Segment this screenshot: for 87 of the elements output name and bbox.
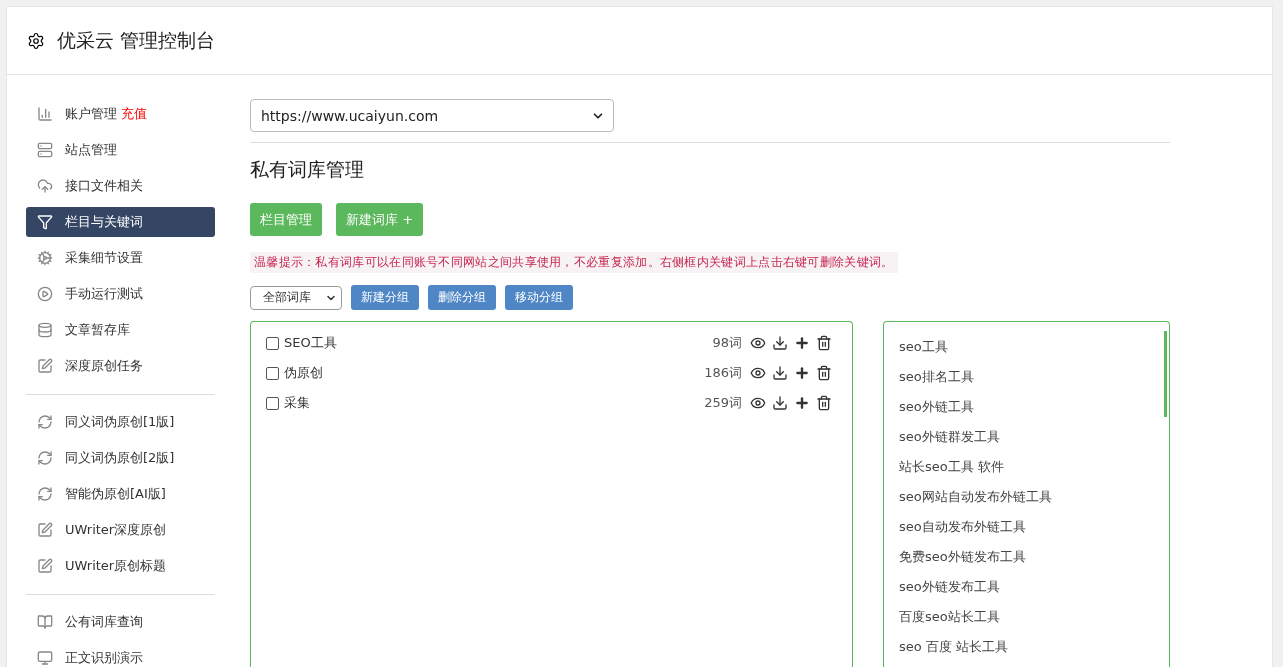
monitor-icon: [37, 650, 53, 666]
refresh-icon: [37, 450, 53, 466]
cloud-upload-icon: [37, 178, 53, 194]
sidebar-item[interactable]: 账户管理 充值: [26, 99, 215, 129]
sidebar-item[interactable]: 栏目与关键词: [26, 207, 215, 237]
keyword-item[interactable]: seo工具: [899, 332, 1159, 362]
trash-icon[interactable]: [816, 395, 832, 411]
play-icon: [37, 286, 53, 302]
sidebar-label: 同义词伪原创[1版]: [65, 413, 175, 431]
sidebar-label: 智能伪原创[AI版]: [65, 485, 166, 503]
keyword-item[interactable]: seo自动发布外链工具: [899, 512, 1159, 542]
pen-icon: [37, 358, 53, 374]
sidebar-item[interactable]: 深度原创任务: [26, 351, 215, 381]
sidebar-label: 同义词伪原创[2版]: [65, 449, 175, 467]
bar-chart-icon: [37, 106, 53, 122]
keyword-item[interactable]: seo排名工具: [899, 362, 1159, 392]
trash-icon[interactable]: [816, 365, 832, 381]
library-name: 伪原创: [284, 364, 323, 382]
refresh-icon: [37, 486, 53, 502]
sidebar-label: 站点管理: [65, 141, 117, 159]
sidebar-label: 公有词库查询: [65, 613, 143, 631]
eye-icon[interactable]: [750, 395, 766, 411]
eye-icon[interactable]: [750, 335, 766, 351]
group-select[interactable]: 全部词库: [250, 285, 342, 310]
sidebar-label: 手动运行测试: [65, 285, 143, 303]
plus-icon[interactable]: [794, 335, 810, 351]
sidebar-item[interactable]: 采集细节设置: [26, 243, 215, 273]
settings-icon: [27, 31, 45, 50]
keyword-item[interactable]: seo网站自动发布外链工具: [899, 482, 1159, 512]
gear-icon: [37, 250, 53, 266]
checkbox[interactable]: [266, 336, 279, 350]
sidebar-label: 正文识别演示: [65, 649, 143, 667]
plus-icon[interactable]: [794, 365, 810, 381]
sidebar-label: UWriter深度原创: [65, 521, 167, 539]
keyword-item[interactable]: 站长seo工具 软件: [899, 452, 1159, 482]
keyword-item[interactable]: seo 百度 站长工具: [899, 632, 1159, 662]
sidebar-item[interactable]: 公有词库查询: [26, 607, 215, 637]
sidebar-item[interactable]: 文章暂存库: [26, 315, 215, 345]
sidebar-label: 采集细节设置: [65, 249, 143, 267]
recharge-link[interactable]: 充值: [121, 105, 147, 123]
group-button[interactable]: 删除分组: [428, 285, 496, 310]
group-button[interactable]: 移动分组: [505, 285, 573, 310]
download-icon[interactable]: [772, 335, 788, 351]
refresh-icon: [37, 414, 53, 430]
word-count: 98词: [712, 334, 742, 352]
server-icon: [37, 142, 53, 158]
sidebar-item[interactable]: 智能伪原创[AI版]: [26, 479, 215, 509]
checkbox[interactable]: [266, 366, 279, 380]
site-select[interactable]: https://www.ucaiyun.com: [250, 99, 614, 132]
keyword-item[interactable]: seo外链工具: [899, 392, 1159, 422]
plus-icon[interactable]: [794, 395, 810, 411]
checkbox[interactable]: [266, 396, 279, 410]
sidebar-item[interactable]: UWriter原创标题: [26, 551, 215, 581]
sidebar-item[interactable]: 站点管理: [26, 135, 215, 165]
keyword-item[interactable]: seo外链群发工具: [899, 422, 1159, 452]
library-name: SEO工具: [284, 334, 337, 352]
sidebar-item[interactable]: 手动运行测试: [26, 279, 215, 309]
download-icon[interactable]: [772, 365, 788, 381]
book-icon: [37, 614, 53, 630]
page-heading: 私有词库管理: [250, 157, 365, 182]
pen-icon: [37, 558, 53, 574]
sidebar-label: 深度原创任务: [65, 357, 143, 375]
sidebar-label: 接口文件相关: [65, 177, 143, 195]
word-count: 259词: [704, 394, 742, 412]
library-name: 采集: [284, 394, 310, 412]
filter-icon: [37, 214, 53, 230]
keyword-item[interactable]: 免费seo外链发布工具: [899, 542, 1159, 572]
notice-text: 温馨提示：私有词库可以在同账号不同网站之间共享使用，不必重复添加。右侧框内关键词上点击右键可删除关键词。: [250, 252, 898, 273]
eye-icon[interactable]: [750, 365, 766, 381]
sidebar-item[interactable]: 同义词伪原创[2版]: [26, 443, 215, 473]
keyword-item[interactable]: seo外链发布工具: [899, 572, 1159, 602]
sidebar-label: 文章暂存库: [65, 321, 130, 339]
sidebar-item[interactable]: 接口文件相关: [26, 171, 215, 201]
download-icon[interactable]: [772, 395, 788, 411]
sidebar-item[interactable]: 正文识别演示: [26, 643, 215, 667]
trash-icon[interactable]: [816, 335, 832, 351]
group-button[interactable]: 新建分组: [351, 285, 419, 310]
keyword-item[interactable]: 百度seo站长工具: [899, 602, 1159, 632]
word-count: 186词: [704, 364, 742, 382]
console-title: 优采云 管理控制台: [57, 27, 216, 53]
sidebar-item[interactable]: 同义词伪原创[1版]: [26, 407, 215, 437]
pen-icon: [37, 522, 53, 538]
sidebar-label: 账户管理: [65, 105, 117, 123]
sidebar-item[interactable]: UWriter深度原创: [26, 515, 215, 545]
database-icon: [37, 322, 53, 338]
sidebar-label: UWriter原创标题: [65, 557, 167, 575]
sidebar-label: 栏目与关键词: [65, 213, 143, 231]
